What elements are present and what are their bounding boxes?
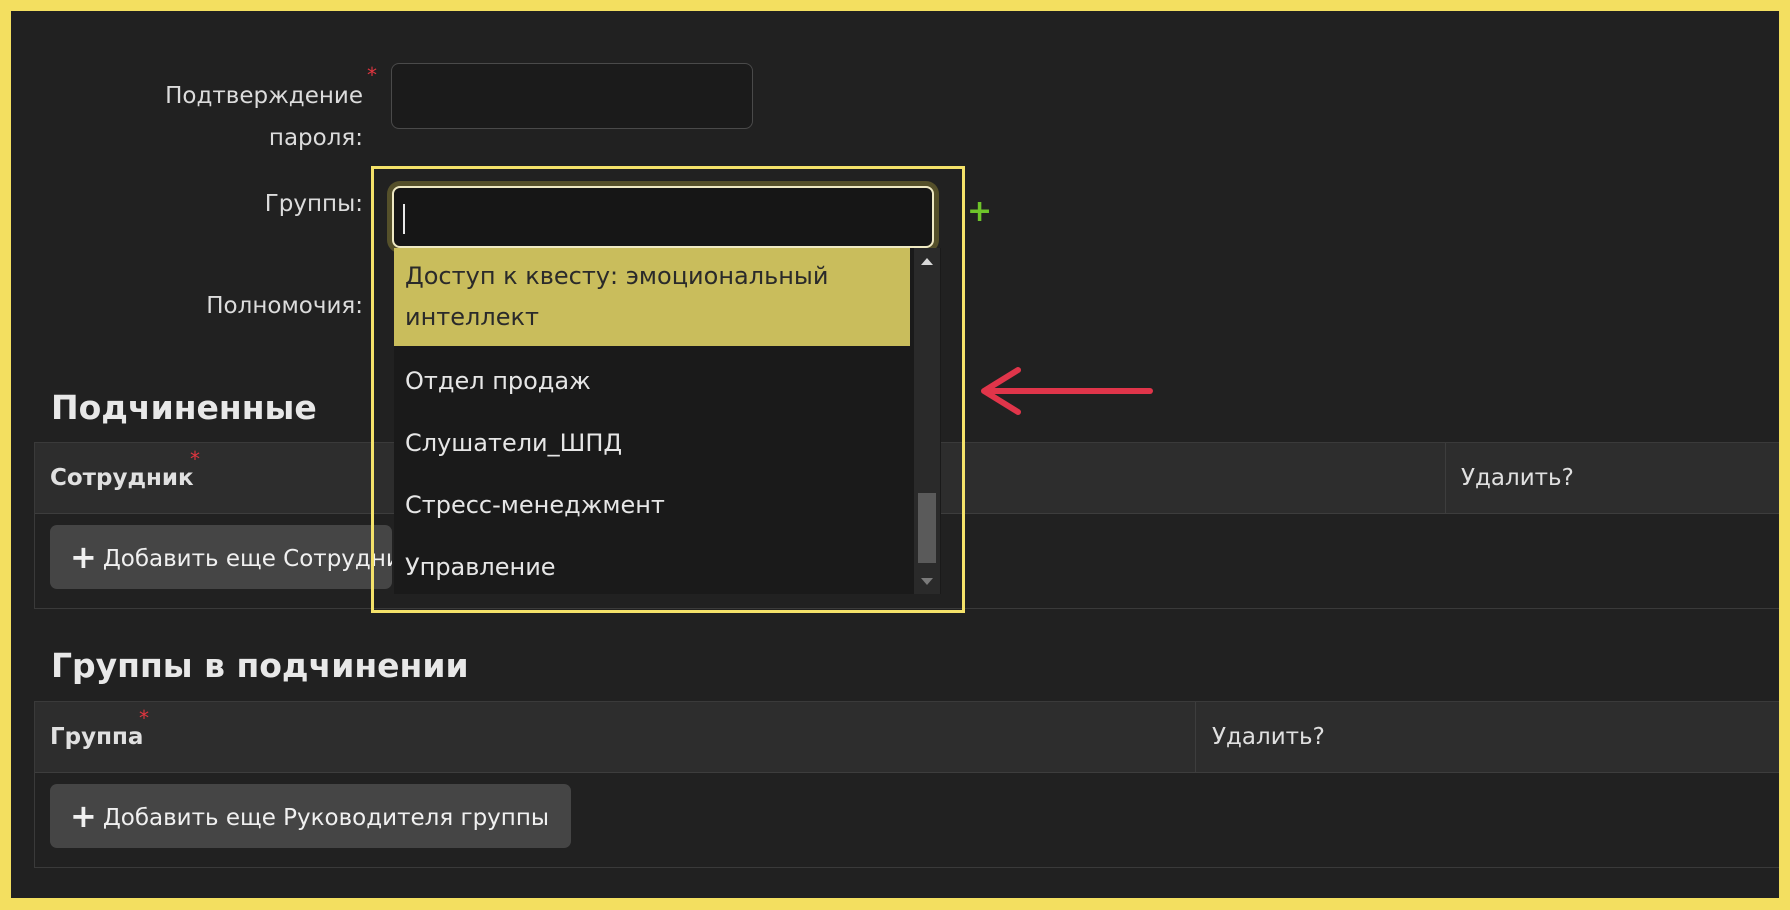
subordinate-groups-title: Группы в подчинении — [51, 646, 469, 685]
scroll-down-arrow-icon[interactable] — [914, 568, 940, 594]
groups-label: Группы: — [264, 191, 363, 217]
groups-search-input[interactable] — [392, 186, 934, 248]
permissions-label: Полномочия: — [206, 293, 363, 319]
dropdown-option-emotional-intelligence-quest[interactable]: Доступ к квесту: эмоциональный интеллект — [394, 248, 910, 346]
option-line1: Доступ к квесту: эмоциональный — [405, 262, 829, 290]
dropdown-option-shpd-listeners[interactable]: Слушатели_ШПД — [394, 423, 910, 464]
add-group-leader-button[interactable]: + Добавить еще Руководителя группы — [50, 784, 572, 848]
password-confirm-label: Подтверждение пароля: — [111, 75, 363, 159]
add-employee-button[interactable]: +Добавить еще Сотрудника — [50, 525, 392, 589]
scrollbar-thumb[interactable] — [918, 493, 936, 563]
add-group-leader-button-label: Добавить еще Руководителя группы — [102, 805, 550, 831]
password-confirm-input[interactable] — [391, 63, 753, 129]
required-mark: * — [367, 63, 377, 87]
column-divider — [1195, 702, 1196, 772]
annotation-arrow-icon — [981, 367, 1153, 415]
add-employee-button-label: Добавить еще Сотрудника — [102, 546, 392, 572]
col-employee-header: Сотрудник — [50, 443, 194, 513]
password-confirm-label-line2: пароля: — [268, 125, 363, 151]
subordinate-groups-table-header: Группа * Удалить? — [35, 702, 1779, 773]
dropdown-option-stress-management[interactable]: Стресс-менеджмент — [394, 485, 910, 526]
plus-icon: + — [70, 538, 97, 576]
text-caret — [403, 204, 405, 234]
option-line2: интеллект — [405, 303, 539, 331]
required-mark: * — [190, 447, 200, 471]
col-group-header: Группа — [50, 702, 143, 772]
col-employee-label: Сотрудник — [50, 465, 194, 491]
col-delete-header: Удалить? — [1212, 724, 1325, 750]
dropdown-scrollbar[interactable] — [914, 248, 940, 594]
dropdown-option-management[interactable]: Управление — [394, 547, 910, 588]
scroll-up-arrow-icon[interactable] — [914, 248, 940, 274]
column-divider — [1445, 443, 1446, 513]
subordinate-groups-table: Группа * Удалить? + Добавить еще Руководи… — [34, 701, 1779, 868]
plus-icon: + — [70, 797, 97, 835]
dropdown-option-sales-department[interactable]: Отдел продаж — [394, 361, 910, 402]
col-delete-header: Удалить? — [1461, 465, 1574, 491]
password-confirm-label-line1: Подтверждение — [165, 83, 363, 109]
required-mark: * — [139, 706, 149, 730]
col-group-label: Группа — [50, 724, 144, 750]
add-group-icon[interactable]: + — [967, 194, 992, 229]
admin-form-panel: Подтверждение пароля: * Группы: Полномоч… — [11, 11, 1779, 898]
subordinates-title: Подчиненные — [51, 388, 317, 427]
groups-dropdown-list: Доступ к квесту: эмоциональный интеллект… — [394, 248, 941, 594]
